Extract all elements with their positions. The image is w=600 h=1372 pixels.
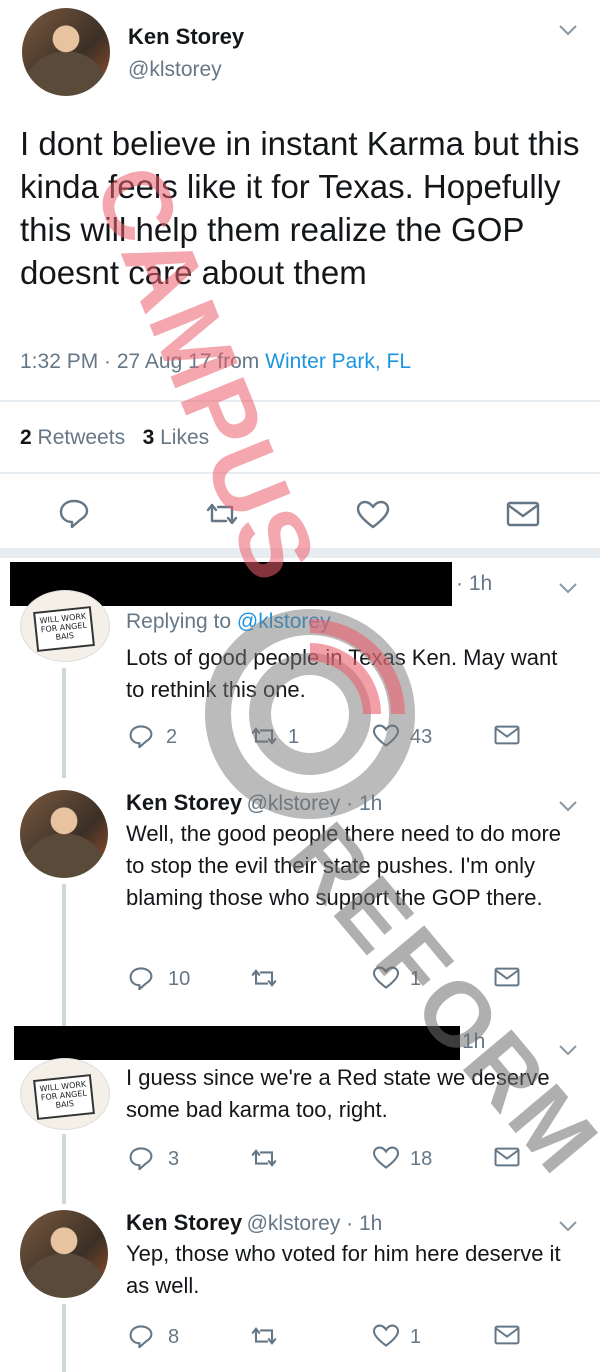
like-icon[interactable]	[356, 500, 390, 530]
reply-text: I guess since we're a Red state we deser…	[126, 1065, 550, 1122]
reply-count: 2	[166, 726, 178, 748]
thread-line	[62, 1134, 66, 1204]
avatar[interactable]	[20, 1210, 108, 1298]
tweet-location-link[interactable]: Winter Park, FL	[265, 350, 411, 373]
reply-count: 8	[168, 1326, 180, 1348]
like-icon[interactable]	[372, 1324, 400, 1348]
chevron-down-icon[interactable]	[558, 796, 578, 819]
like-count: 43	[410, 726, 433, 748]
message-icon[interactable]	[494, 1146, 520, 1168]
reply-text: Yep, those who voted for him here deserv…	[126, 1241, 561, 1298]
like-count: 18	[410, 1148, 433, 1170]
reply-icon[interactable]	[128, 724, 154, 748]
reply-icon[interactable]	[128, 966, 154, 990]
message-icon[interactable]	[494, 966, 520, 988]
retweet-icon[interactable]	[248, 1146, 280, 1170]
author-handle[interactable]: @klstorey	[128, 58, 222, 82]
section-divider	[0, 548, 600, 558]
divider	[0, 400, 600, 402]
author-handle[interactable]: @klstorey · 1h	[247, 792, 383, 815]
reply-count: 3	[168, 1148, 180, 1170]
redaction-bar	[14, 1026, 460, 1060]
avatar[interactable]	[20, 790, 108, 878]
like-icon[interactable]	[372, 1146, 400, 1170]
thread-line	[62, 668, 66, 778]
retweets-count[interactable]: 2	[20, 426, 32, 449]
tweet-text: I dont believe in instant Karma but this…	[20, 125, 580, 291]
chevron-down-icon[interactable]	[558, 20, 578, 43]
likes-label[interactable]: Likes	[160, 426, 209, 449]
message-icon[interactable]	[506, 500, 540, 528]
reply-icon[interactable]	[128, 1146, 154, 1170]
replying-to-label: Replying to	[126, 610, 232, 633]
avatar[interactable]: WILL WORK FOR ANGEL BAIS	[20, 1058, 110, 1130]
retweet-icon[interactable]	[248, 1324, 280, 1348]
chevron-down-icon[interactable]	[558, 1216, 578, 1239]
message-icon[interactable]	[494, 1324, 520, 1346]
author-name[interactable]: Ken Storey	[126, 1210, 242, 1235]
retweets-label[interactable]: Retweets	[38, 426, 126, 449]
message-icon[interactable]	[494, 724, 520, 746]
chevron-down-icon[interactable]	[558, 1040, 578, 1063]
like-icon[interactable]	[372, 966, 400, 990]
reply-count: 10	[168, 968, 191, 990]
avatar-sign-text: WILL WORK FOR ANGEL BAIS	[33, 1074, 95, 1120]
tweet-time: 1:32 PM · 27 Aug 17 from	[20, 350, 260, 373]
retweet-icon[interactable]	[248, 724, 280, 748]
author-handle[interactable]: @klstorey · 1h	[247, 1212, 383, 1235]
tweet-stats: 2 Retweets 3 Likes	[20, 426, 209, 450]
likes-count[interactable]: 3	[143, 426, 155, 449]
reply-time: · 1h	[456, 572, 493, 595]
reply-text: Lots of good people in Texas Ken. May wa…	[126, 645, 558, 702]
author-name[interactable]: Ken Storey	[126, 790, 242, 815]
avatar[interactable]: WILL WORK FOR ANGEL BAIS	[20, 590, 110, 662]
reply-time: 1h	[462, 1030, 486, 1053]
divider	[0, 472, 600, 474]
like-count: 1	[410, 1326, 422, 1348]
thread-line	[62, 884, 66, 1034]
avatar[interactable]	[22, 8, 110, 96]
retweet-count: 1	[288, 726, 300, 748]
author-name[interactable]: Ken Storey	[128, 24, 244, 50]
reply-icon[interactable]	[58, 498, 90, 528]
reply-header: Ken Storey @klstorey · 1h	[126, 790, 382, 816]
tweet-meta: 1:32 PM · 27 Aug 17 from Winter Park, FL	[20, 350, 411, 374]
reply-header: Ken Storey @klstorey · 1h	[126, 1210, 382, 1236]
reply-icon[interactable]	[128, 1324, 154, 1348]
chevron-down-icon[interactable]	[558, 578, 578, 601]
retweet-icon[interactable]	[248, 966, 280, 990]
like-icon[interactable]	[372, 724, 400, 748]
avatar-sign-text: WILL WORK FOR ANGEL BAIS	[33, 606, 95, 652]
like-count: 1	[410, 968, 422, 990]
replying-to: Replying to @klstorey	[126, 610, 331, 634]
retweet-icon[interactable]	[202, 500, 242, 528]
thread-line	[62, 1304, 66, 1372]
replying-to-handle-link[interactable]: @klstorey	[237, 610, 331, 633]
reply-text: Well, the good people there need to do m…	[126, 821, 562, 910]
